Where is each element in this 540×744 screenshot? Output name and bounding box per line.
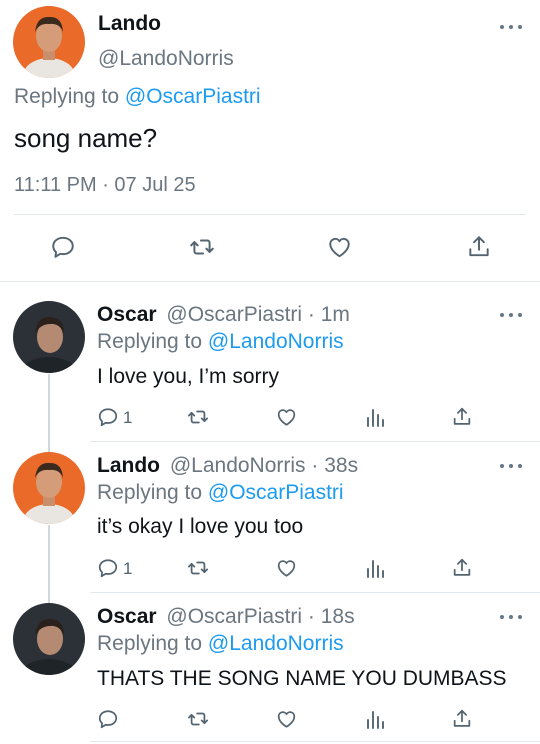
like-icon[interactable]: [275, 708, 298, 730]
replying-line: Replying to @OscarPiastri: [14, 85, 261, 109]
oscar-avatar[interactable]: [13, 301, 85, 373]
divider: [90, 441, 540, 442]
oscar-avatar[interactable]: [13, 603, 85, 675]
reply-count: 1: [123, 408, 133, 427]
thread-connector: [48, 374, 50, 452]
reply-icon[interactable]: [50, 234, 76, 260]
tweet-timestamp: 11:11 PM · 07 Jul 25: [14, 174, 196, 196]
like-icon[interactable]: [275, 406, 298, 428]
divider: [0, 281, 540, 282]
retweet-icon[interactable]: [186, 708, 210, 730]
reply-age: · 38s: [311, 454, 359, 477]
reply-age: · 1m: [307, 303, 350, 326]
analytics-icon[interactable]: [365, 557, 385, 579]
replying-label: Replying to: [14, 85, 120, 108]
more-icon[interactable]: [500, 461, 522, 471]
more-icon[interactable]: [500, 612, 522, 622]
author-name[interactable]: Oscar: [97, 605, 157, 628]
author-handle[interactable]: @LandoNorris: [170, 454, 306, 477]
retweet-icon[interactable]: [188, 234, 216, 260]
replying-label: Replying to: [97, 481, 203, 504]
like-icon[interactable]: [326, 234, 353, 260]
reply-text: I love you, I’m sorry: [97, 365, 280, 388]
share-icon[interactable]: [451, 556, 473, 579]
reply-count: 1: [123, 559, 133, 578]
author-name[interactable]: Lando: [98, 12, 161, 36]
share-icon[interactable]: [451, 405, 473, 428]
thread-connector: [48, 525, 50, 603]
reply-header: Lando @LandoNorris · 38s: [97, 454, 358, 478]
reply-icon[interactable]: [97, 557, 119, 579]
replying-to-link[interactable]: @OscarPiastri: [125, 85, 261, 108]
replying-label: Replying to: [97, 632, 203, 655]
more-icon[interactable]: [500, 310, 522, 320]
share-icon[interactable]: [466, 233, 492, 260]
author-name[interactable]: Lando: [97, 454, 160, 477]
author-handle[interactable]: @OscarPiastri: [166, 605, 302, 628]
replying-label: Replying to: [97, 330, 203, 353]
divider: [14, 214, 526, 215]
author-handle[interactable]: @LandoNorris: [98, 47, 234, 71]
more-icon[interactable]: [500, 22, 522, 32]
analytics-icon[interactable]: [365, 406, 385, 428]
lando-avatar[interactable]: [13, 452, 85, 524]
lando-avatar[interactable]: [13, 6, 85, 78]
share-icon[interactable]: [451, 707, 473, 730]
divider: [90, 592, 540, 593]
like-icon[interactable]: [275, 557, 298, 579]
replying-line: Replying to @LandoNorris: [97, 632, 344, 656]
analytics-icon[interactable]: [365, 708, 385, 730]
divider: [90, 741, 540, 742]
reply-text: THATS THE SONG NAME YOU DUMBASS: [97, 667, 507, 690]
reply-icon[interactable]: [97, 708, 119, 730]
author-handle[interactable]: @OscarPiastri: [166, 303, 302, 326]
replying-line: Replying to @OscarPiastri: [97, 481, 344, 505]
retweet-icon[interactable]: [186, 557, 210, 579]
retweet-icon[interactable]: [186, 406, 210, 428]
replying-to-link[interactable]: @OscarPiastri: [208, 481, 344, 504]
tweet-text: song name?: [14, 123, 158, 153]
replying-to-link[interactable]: @LandoNorris: [208, 632, 344, 655]
reply-header: Oscar @OscarPiastri · 18s: [97, 605, 355, 629]
author-name[interactable]: Oscar: [97, 303, 157, 326]
replying-to-link[interactable]: @LandoNorris: [208, 330, 344, 353]
reply-text: it’s okay I love you too: [97, 515, 304, 538]
reply-icon[interactable]: [97, 406, 119, 428]
reply-age: · 18s: [307, 605, 355, 628]
replying-line: Replying to @LandoNorris: [97, 330, 344, 354]
reply-header: Oscar @OscarPiastri · 1m: [97, 303, 350, 327]
